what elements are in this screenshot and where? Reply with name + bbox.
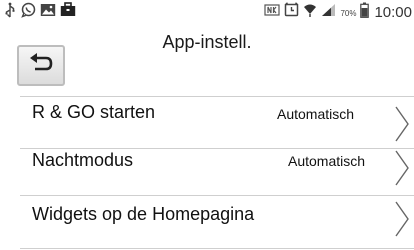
status-notifications [4, 2, 76, 23]
status-bar: 70% 10:00 [0, 0, 414, 24]
chevron-right-icon [394, 149, 410, 187]
briefcase-icon [60, 2, 76, 22]
title-bar: App-instell. [0, 24, 414, 88]
alarm-icon [284, 2, 299, 22]
settings-item-night-mode[interactable]: Nachtmodus Automatisch [20, 148, 414, 200]
settings-item-value: Automatisch [277, 106, 355, 122]
status-indicators: 70% 10:00 [264, 2, 412, 23]
chevron-right-icon [394, 200, 410, 238]
back-arrow-icon [28, 52, 54, 79]
battery-icon [360, 2, 370, 23]
chevron-right-icon [394, 105, 410, 143]
image-icon [40, 3, 56, 22]
whatsapp-icon [20, 2, 36, 23]
wifi-icon [303, 2, 317, 23]
settings-item-label: Widgets op de Homepagina [32, 204, 255, 224]
settings-item-label: Nachtmodus [32, 150, 134, 170]
list-divider [20, 248, 414, 249]
status-time: 10:00 [374, 3, 412, 21]
signal-icon [321, 3, 336, 22]
battery-percent: 70% [340, 8, 357, 18]
nfc-icon [264, 3, 281, 21]
settings-item-value: Automatisch [288, 153, 366, 169]
settings-item-rgo-start[interactable]: R & GO starten Automatisch [20, 96, 414, 148]
back-button[interactable] [17, 45, 65, 86]
settings-item-widgets[interactable]: Widgets op de Homepagina [20, 195, 414, 247]
settings-item-label: R & GO starten [32, 102, 156, 122]
usb-icon [4, 2, 16, 23]
